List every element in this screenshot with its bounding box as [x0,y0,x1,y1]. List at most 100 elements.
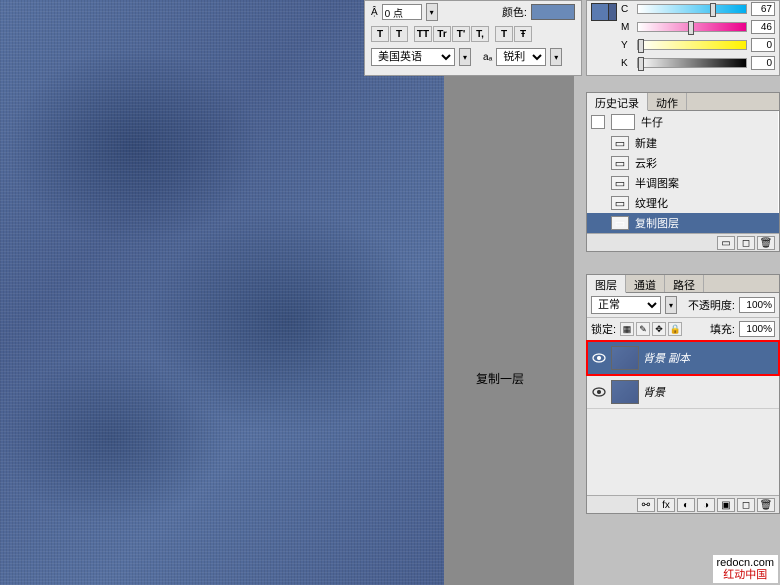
lock-all-icon[interactable]: 🔒 [668,322,682,336]
visibility-eye-icon[interactable] [591,384,607,400]
history-step-icon: ▭ [611,156,629,170]
snapshot-name: 牛仔 [641,114,663,130]
history-item[interactable]: ▭ 云彩 [587,153,779,173]
cmyk-label: M [621,22,633,33]
tab-history[interactable]: 历史记录 [587,93,648,111]
history-item[interactable]: ▭ 新建 [587,133,779,153]
history-item-label: 新建 [635,135,657,151]
dropdown-arrow-icon[interactable]: ▾ [426,3,438,21]
cmyk-value-input[interactable] [751,56,775,70]
cmyk-value-input[interactable] [751,38,775,52]
character-panel: Ậ ▾ 颜色: TTTTTrT'T,TŦ 美国英语 ▾ aₐ 锐利 ▾ [364,0,582,76]
foreground-color-swatch[interactable] [591,3,609,21]
delete-layer-button[interactable]: 🗑 [757,498,775,512]
dropdown-arrow-icon[interactable]: ▾ [550,48,562,66]
layer-style-button[interactable]: fx [657,498,675,512]
watermark-url: redocn.com [717,557,774,569]
blend-mode-select[interactable]: 正常 [591,296,661,314]
watermark: redocn.com 红动中国 [713,555,778,583]
cmyk-label: Y [621,40,633,51]
layers-panel: 图层 通道 路径 正常 ▾ 不透明度: 锁定: ▦ ✎ ✥ 🔒 填充: 背景 副… [586,274,780,514]
layer-row[interactable]: 背景 [587,375,779,409]
layer-thumbnail [611,346,639,370]
lock-label: 锁定: [591,321,616,337]
history-step-icon: ▭ [611,216,629,230]
cmyk-slider[interactable] [637,4,747,14]
type-style-button[interactable]: Tr [433,26,451,42]
visibility-eye-icon[interactable] [591,350,607,366]
type-style-buttons: TTTTTrT'T,TŦ [365,23,581,45]
type-style-button[interactable]: Ŧ [514,26,532,42]
tab-layers[interactable]: 图层 [587,275,626,293]
adjustment-layer-button[interactable]: ◑ [697,498,715,512]
cmyk-row-c: C [621,1,775,17]
cmyk-row-y: Y [621,37,775,53]
history-item[interactable]: ▭ 半调图案 [587,173,779,193]
history-item-label: 纹理化 [635,195,668,211]
new-doc-from-state-button[interactable]: ▭ [717,236,735,250]
dropdown-arrow-icon[interactable]: ▾ [665,296,677,314]
text-color-swatch[interactable] [531,4,575,20]
delete-state-button[interactable]: 🗑 [757,236,775,250]
lock-transparency-icon[interactable]: ▦ [620,322,634,336]
snapshot-thumb [611,114,635,130]
work-area [444,76,574,585]
cmyk-row-m: M [621,19,775,35]
layer-thumbnail [611,380,639,404]
cmyk-value-input[interactable] [751,20,775,34]
annotation-label: 复制一层 [476,370,524,387]
history-step-icon: ▭ [611,196,629,210]
link-layers-button[interactable]: ⚯ [637,498,655,512]
fill-label: 填充: [710,321,735,337]
leading-icon: Ậ [371,7,378,18]
type-style-button[interactable]: TT [414,26,432,42]
type-style-button[interactable]: T [390,26,408,42]
opacity-input[interactable] [739,297,775,313]
history-item[interactable]: ▭ 复制图层 [587,213,779,233]
history-snapshot-row[interactable]: 牛仔 [587,111,779,133]
antialias-select[interactable]: 锐利 [496,48,546,66]
type-style-button[interactable]: T, [471,26,489,42]
layer-name: 背景 [643,384,665,400]
lock-pixels-icon[interactable]: ✎ [636,322,650,336]
fill-input[interactable] [739,321,775,337]
history-item-label: 云彩 [635,155,657,171]
lock-position-icon[interactable]: ✥ [652,322,666,336]
type-style-button[interactable]: T [495,26,513,42]
history-panel: 历史记录 动作 牛仔 ▭ 新建 ▭ 云彩 ▭ 半调图案 ▭ 纹理化 ▭ 复制图层… [586,92,780,252]
canvas-texture [0,0,444,585]
antialias-icon: aₐ [483,52,492,63]
language-select[interactable]: 美国英语 [371,48,455,66]
type-style-button[interactable]: T [371,26,389,42]
type-style-button[interactable]: T' [452,26,470,42]
canvas-area[interactable] [0,0,444,585]
layer-mask-button[interactable]: ◐ [677,498,695,512]
history-item[interactable]: ▭ 纹理化 [587,193,779,213]
tab-paths[interactable]: 路径 [665,275,704,292]
new-group-button[interactable]: ▣ [717,498,735,512]
new-layer-button[interactable]: ◻ [737,498,755,512]
history-step-icon: ▭ [611,176,629,190]
cmyk-slider[interactable] [637,22,747,32]
tab-channels[interactable]: 通道 [626,275,665,292]
cmyk-slider[interactable] [637,40,747,50]
layer-name: 背景 副本 [643,350,690,366]
opacity-label: 不透明度: [688,297,735,313]
cmyk-label: C [621,4,633,15]
cmyk-value-input[interactable] [751,2,775,16]
cmyk-label: K [621,58,633,69]
history-item-label: 半调图案 [635,175,679,191]
brush-source-icon[interactable] [591,115,605,129]
new-snapshot-button[interactable]: ◻ [737,236,755,250]
tab-actions[interactable]: 动作 [648,93,687,110]
cmyk-slider[interactable] [637,58,747,68]
watermark-cn: 红动中国 [717,569,774,581]
fg-bg-color-swatch[interactable] [591,3,617,29]
history-item-label: 复制图层 [635,215,679,231]
history-step-icon: ▭ [611,136,629,150]
leading-input[interactable] [382,4,422,20]
layer-row[interactable]: 背景 副本 [587,341,779,375]
color-label: 颜色: [502,4,527,20]
cmyk-row-k: K [621,55,775,71]
dropdown-arrow-icon[interactable]: ▾ [459,48,471,66]
